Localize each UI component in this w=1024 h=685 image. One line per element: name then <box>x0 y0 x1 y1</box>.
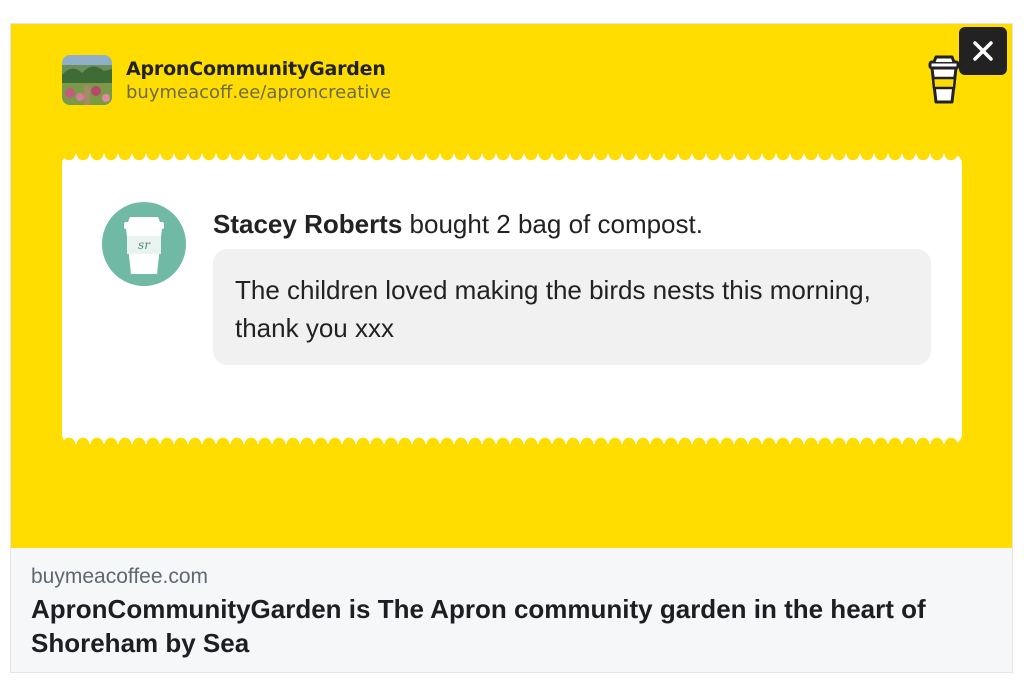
supporter-avatar: sr <box>102 202 186 286</box>
brand-url[interactable]: buymeacoff.ee/aproncreative <box>126 82 391 103</box>
support-message-card: sr Stacey Roberts bought 2 bag of compos… <box>62 154 962 444</box>
support-action: bought 2 bag of compost. <box>402 209 703 239</box>
supporter-name: Stacey Roberts <box>213 209 403 239</box>
scallop-edge-top <box>62 154 962 166</box>
preview-domain: buymeacoffee.com <box>31 565 209 588</box>
garden-photo-thumbnail <box>62 55 112 105</box>
message-bubble: The children loved making the birds nest… <box>213 249 931 365</box>
brand-name[interactable]: ApronCommunityGarden <box>126 58 386 80</box>
coffee-cup-icon <box>924 54 964 106</box>
avatar-initials: sr <box>138 238 151 252</box>
close-button[interactable] <box>959 27 1007 75</box>
preview-image: ApronCommunityGarden buymeacoff.ee/apron… <box>11 24 1012 548</box>
close-icon <box>973 41 993 61</box>
support-headline: Stacey Roberts bought 2 bag of compost. <box>213 209 703 240</box>
scallop-edge-bottom <box>62 432 962 444</box>
preview-title[interactable]: ApronCommunityGarden is The Apron commun… <box>31 592 991 660</box>
link-preview-card[interactable]: ApronCommunityGarden buymeacoff.ee/apron… <box>10 23 1013 673</box>
